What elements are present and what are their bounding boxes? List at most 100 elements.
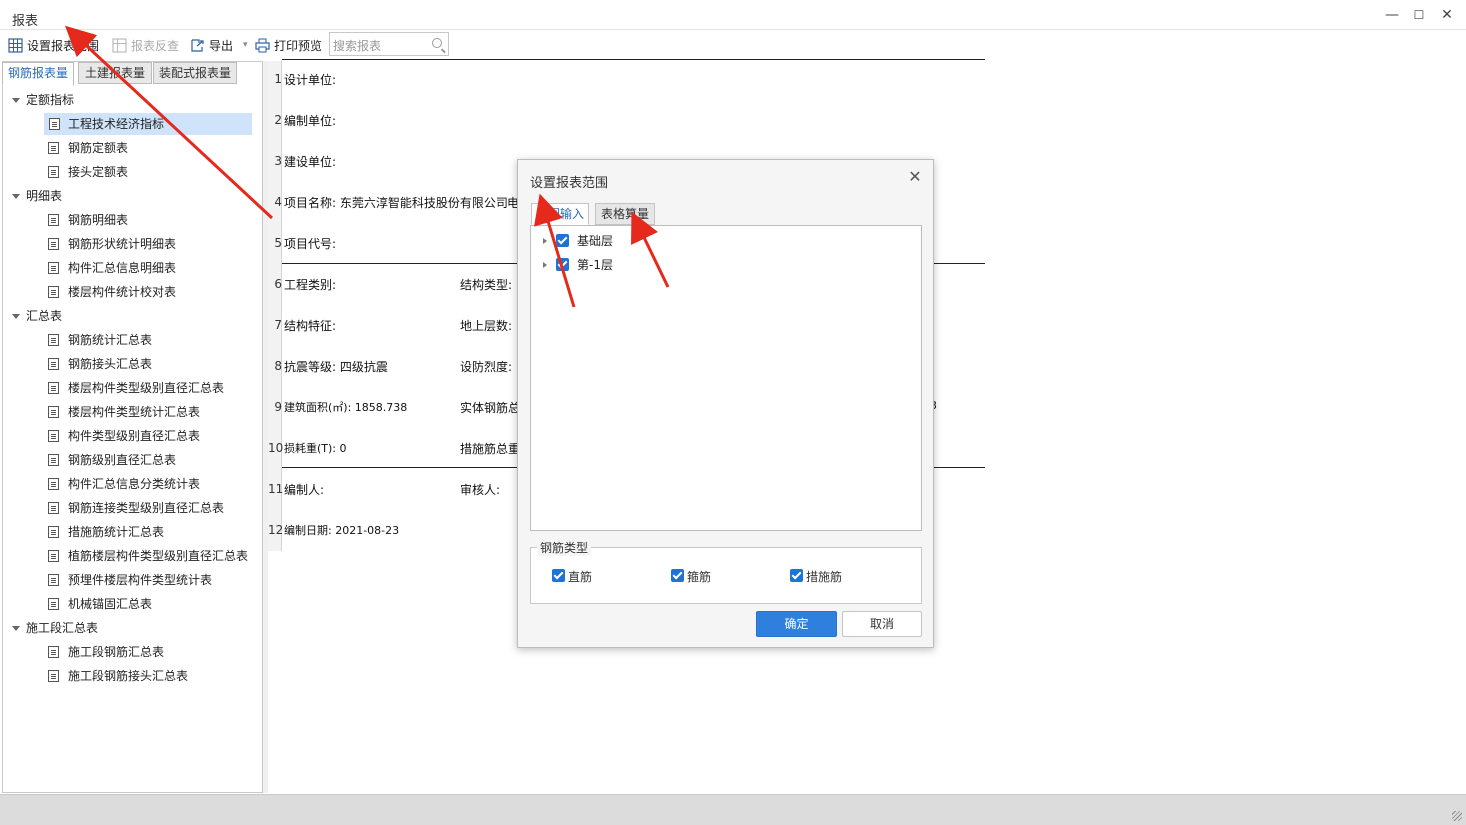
export-button[interactable]: 导出 ▾ (190, 36, 248, 54)
tree-item[interactable]: 工程技术经济指标 (44, 113, 252, 135)
print-preview-label: 打印预览 (274, 38, 323, 53)
cancel-button[interactable]: 取消 (842, 611, 922, 637)
row-number: 2 (274, 113, 282, 127)
tree-item[interactable]: 钢筋定额表 (48, 137, 128, 159)
row-number: 7 (274, 318, 282, 332)
set-range-button[interactable]: 设置报表范围 (8, 36, 99, 54)
row-number: 8 (274, 359, 282, 373)
document-icon (48, 214, 59, 226)
search-placeholder: 搜索报表 (333, 39, 382, 53)
fortify-label: 设防烈度: (460, 360, 513, 374)
tree-group-detail[interactable]: 明细表 (12, 185, 62, 207)
expand-caret-icon[interactable] (12, 194, 20, 199)
struct-type-label: 结构类型: (460, 278, 513, 292)
floor-label: 基础层 (577, 234, 614, 248)
compile-date: 编制日期: 2021-08-23 (284, 524, 400, 537)
expand-arrow-icon[interactable] (543, 238, 547, 244)
export-dropdown-icon[interactable]: ▾ (243, 40, 248, 50)
tree-item[interactable]: 楼层构件统计校对表 (48, 281, 176, 303)
tree-item[interactable]: 钢筋连接类型级别直径汇总表 (48, 497, 224, 519)
row-number: 5 (274, 236, 282, 250)
expand-caret-icon[interactable] (12, 626, 20, 631)
document-icon (48, 454, 59, 466)
set-range-label: 设置报表范围 (27, 38, 100, 53)
tree-item[interactable]: 钢筋统计汇总表 (48, 329, 152, 351)
tree-item[interactable]: 施工段钢筋汇总表 (48, 641, 164, 663)
stirrup-checkbox[interactable] (671, 569, 684, 582)
tree-item[interactable]: 钢筋级别直径汇总表 (48, 449, 176, 471)
tree-item[interactable]: 植筋楼层构件类型级别直径汇总表 (48, 545, 248, 567)
print-preview-button[interactable]: 打印预览 (255, 36, 322, 54)
table-search-icon (112, 37, 127, 53)
row-number: 10 (268, 441, 284, 455)
design-unit-label: 设计单位: (284, 73, 337, 87)
tab-table-calc[interactable]: 表格算量 (595, 203, 655, 225)
tree-item[interactable]: 钢筋形状统计明细表 (48, 233, 176, 255)
tab-rebar-report[interactable]: 钢筋报表量 (2, 62, 74, 86)
measure-rebar-total: 措施筋总重 (460, 442, 521, 456)
maximize-button[interactable]: ☐ (1409, 6, 1429, 24)
floor-checkbox[interactable] (556, 234, 569, 247)
document-icon (48, 670, 59, 682)
tree-item[interactable]: 构件汇总信息明细表 (48, 257, 176, 279)
close-button[interactable]: ✕ (1437, 6, 1457, 24)
document-icon (48, 382, 59, 394)
row-gutter (268, 61, 282, 551)
expand-caret-icon[interactable] (12, 98, 20, 103)
tree-item[interactable]: 钢筋接头汇总表 (48, 353, 152, 375)
print-icon (255, 38, 270, 53)
document-icon (48, 142, 59, 154)
document-icon (48, 598, 59, 610)
tree-item[interactable]: 楼层构件类型统计汇总表 (48, 401, 200, 423)
tree-item[interactable]: 钢筋明细表 (48, 209, 128, 231)
eng-type-label: 工程类别: (284, 278, 337, 292)
tree-item[interactable]: 楼层构件类型级别直径汇总表 (48, 377, 224, 399)
row-number: 11 (268, 482, 284, 496)
ok-button[interactable]: 确定 (756, 611, 837, 637)
document-icon (48, 358, 59, 370)
document-icon (48, 262, 59, 274)
document-icon (48, 166, 59, 178)
tree-item[interactable]: 机械锚固汇总表 (48, 593, 152, 615)
reverse-check-button[interactable]: 报表反查 (112, 36, 179, 54)
document-icon (48, 334, 59, 346)
floor-checkbox[interactable] (556, 258, 569, 271)
dialog-close-icon[interactable]: ✕ (907, 169, 923, 185)
resize-grip-icon[interactable] (1452, 811, 1462, 821)
row-number: 12 (268, 523, 284, 537)
tree-item[interactable]: 施工段钢筋接头汇总表 (48, 665, 188, 687)
project-code-label: 项目代号: (284, 237, 337, 251)
tab-drawing-input[interactable]: 绘图输入 (531, 203, 589, 225)
stirrup-label: 箍筋 (687, 570, 712, 584)
tree-group-quota[interactable]: 定额指标 (12, 89, 74, 111)
reverse-check-label: 报表反查 (131, 38, 180, 53)
row-number: 4 (274, 195, 282, 209)
tree-group-section[interactable]: 施工段汇总表 (12, 617, 98, 639)
building-area: 建筑面积(㎡): 1858.738 (284, 401, 408, 414)
expand-arrow-icon[interactable] (543, 262, 547, 268)
search-icon[interactable] (432, 38, 442, 48)
tree-item[interactable]: 构件汇总信息分类统计表 (48, 473, 200, 495)
compiler-label: 编制人: (284, 483, 325, 497)
measure-rebar-checkbox[interactable] (790, 569, 803, 582)
document-icon (48, 526, 59, 538)
document-icon (48, 646, 59, 658)
tab-civil-report[interactable]: 土建报表量 (78, 62, 152, 84)
measure-rebar-label: 措施筋 (806, 570, 843, 584)
tab-prefab-report[interactable]: 装配式报表量 (153, 62, 237, 84)
entity-rebar-total: 实体钢筋总 (460, 401, 521, 415)
straight-rebar-checkbox[interactable] (552, 569, 565, 582)
tree-item[interactable]: 接头定额表 (48, 161, 128, 183)
tree-item[interactable]: 预埋件楼层构件类型统计表 (48, 569, 212, 591)
search-input[interactable]: 搜索报表 (329, 32, 449, 56)
loss-weight: 损耗重(T): 0 (284, 442, 347, 455)
reviewer-label: 审核人: (460, 483, 501, 497)
window-titlebar: 报表 — ☐ ✕ (0, 0, 1466, 30)
tree-item[interactable]: 构件类型级别直径汇总表 (48, 425, 200, 447)
minimize-button[interactable]: — (1382, 6, 1402, 24)
expand-caret-icon[interactable] (12, 314, 20, 319)
tree-item[interactable]: 措施筋统计汇总表 (48, 521, 164, 543)
floor-tree: 基础层 第-1层 (530, 225, 922, 531)
document-icon (48, 286, 59, 298)
tree-group-summary[interactable]: 汇总表 (12, 305, 62, 327)
